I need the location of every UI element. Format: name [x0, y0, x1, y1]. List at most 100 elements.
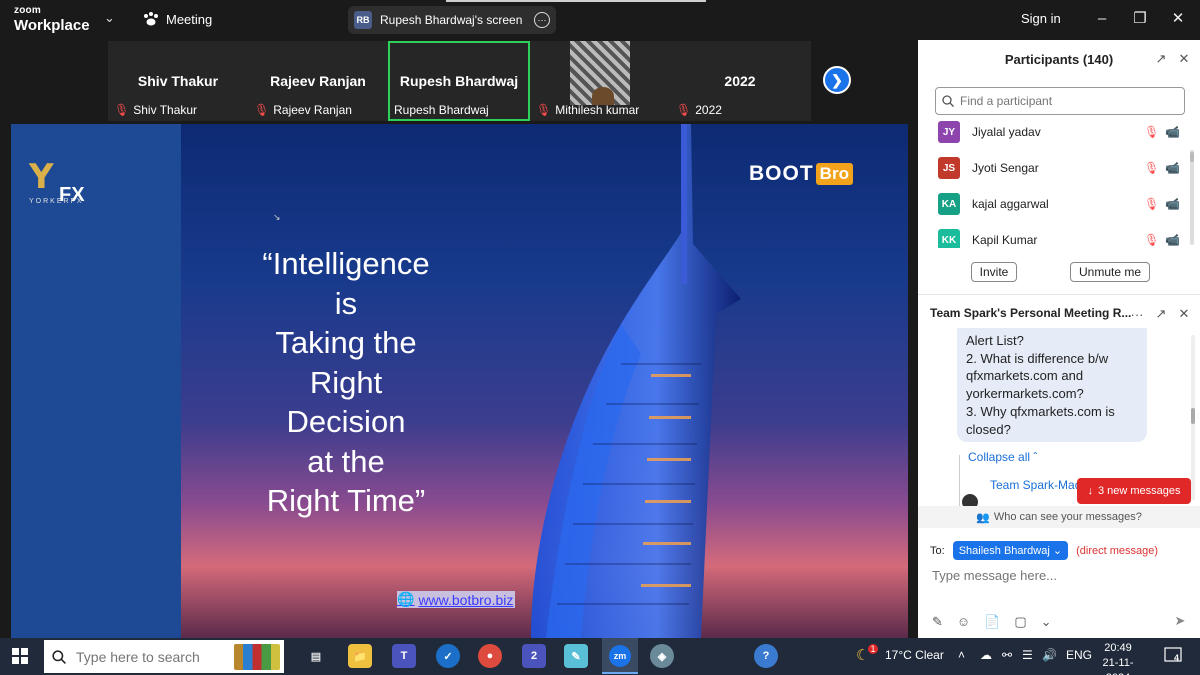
video-tile-active-speaker[interactable]: Rupesh Bhardwaj Rupesh Bhardwaj: [388, 41, 530, 121]
emoji-icon[interactable]: ☺: [957, 614, 970, 630]
sign-in-link[interactable]: Sign in: [1021, 11, 1061, 26]
participant-row[interactable]: KK Kapil Kumar 🎙 📹: [918, 222, 1190, 248]
quote-line: “Intelligence: [262, 246, 430, 281]
screen-share-indicator[interactable]: RB Rupesh Bhardwaj's screen ···: [348, 6, 556, 34]
participant-search[interactable]: [935, 87, 1185, 115]
mic-muted-icon: 🎙: [1144, 197, 1160, 211]
botbro-logo-badge: Bro: [815, 163, 853, 185]
avatar: KA: [938, 193, 960, 215]
notes-icon[interactable]: ✎: [564, 644, 588, 668]
botbro-link[interactable]: 🌐 www.botbro.biz: [397, 591, 516, 608]
tile-label: Shiv Thakur: [133, 103, 198, 117]
search-icon: [942, 95, 954, 107]
botbro-logo: BOOT Bro: [749, 162, 853, 186]
yorkerfx-logo: Y FX YORKERFX: [29, 160, 85, 206]
system-clock[interactable]: 20:49 21-11-2024: [1095, 641, 1141, 675]
zoom-taskbar-icon[interactable]: zm: [602, 638, 638, 674]
meeting-menu-button[interactable]: Meeting: [142, 11, 212, 27]
quote-line: Right Time”: [266, 483, 426, 518]
more-options-icon[interactable]: ···: [534, 12, 550, 28]
share-title: Rupesh Bhardwaj's screen: [380, 13, 523, 27]
tile-name-large: 2022: [724, 73, 756, 89]
close-panel-icon[interactable]: ✕: [1175, 50, 1193, 68]
collapse-all-link[interactable]: Collapse all ˆ: [968, 450, 1037, 464]
taskbar-search[interactable]: [44, 640, 284, 673]
message-visibility-link[interactable]: 👥 Who can see your messages?: [918, 506, 1200, 528]
participant-name: Kapil Kumar: [972, 233, 1038, 247]
burj-al-arab-illustration: [531, 124, 741, 638]
tile-label: Mithilesh kumar: [555, 103, 640, 117]
arrow-down-icon: ↓: [1087, 485, 1093, 497]
send-icon[interactable]: ➤: [1170, 612, 1190, 630]
chat-scroll-thumb[interactable]: [1191, 408, 1195, 424]
participant-scroll-thumb[interactable]: [1190, 152, 1194, 162]
teams-work-icon[interactable]: 2: [522, 644, 546, 668]
title-bar: zoom Workplace ⌄ Meeting RB Rupesh Bhard…: [0, 0, 1200, 40]
avatar: JS: [938, 157, 960, 179]
taskbar-search-input[interactable]: [76, 648, 226, 665]
link-text[interactable]: www.botbro.biz: [418, 592, 513, 608]
new-messages-button[interactable]: ↓ 3 new messages: [1077, 478, 1191, 504]
minimize-icon[interactable]: –: [1088, 6, 1116, 30]
video-tile[interactable]: Rajeev Ranjan 🎙 Rajeev Ranjan: [248, 41, 388, 121]
notification-count: 4: [1174, 653, 1180, 663]
participant-row[interactable]: JY Jiyalal yadav 🎙 📹: [918, 120, 1190, 150]
presentation-slide: Y FX YORKERFX ↘ “Intelligence is Taking …: [11, 124, 908, 638]
video-off-icon: 📹: [1165, 125, 1181, 139]
screenshot-icon[interactable]: ▢: [1014, 614, 1026, 630]
participant-row[interactable]: JS Jyoti Sengar 🎙 📹: [918, 150, 1190, 186]
recipient-select[interactable]: Shailesh Bhardwaj ⌄: [952, 541, 1069, 560]
sharer-avatar: RB: [354, 11, 372, 29]
participant-name: Jiyalal yadav: [972, 125, 1041, 139]
chat-message-input[interactable]: [932, 568, 1172, 583]
format-icon[interactable]: ✎: [932, 614, 943, 630]
chat-close-icon[interactable]: ✕: [1175, 305, 1193, 323]
tile-name-small: 🎙 2022: [676, 103, 722, 117]
task-view-icon[interactable]: ▤: [304, 644, 328, 668]
chevron-down-icon[interactable]: ⌄: [104, 10, 115, 26]
video-tile[interactable]: 🎙 Mithilesh kumar: [530, 41, 670, 121]
title-bar-accent-line: [446, 0, 706, 2]
tile-name-large: Shiv Thakur: [137, 73, 219, 89]
language-indicator[interactable]: ENG: [1066, 648, 1092, 662]
video-tile[interactable]: 2022 🎙 2022: [670, 41, 810, 121]
usb-icon[interactable]: ⚯: [1002, 648, 1012, 662]
participant-scrollbar[interactable]: [1190, 150, 1194, 245]
video-tile[interactable]: Shiv Thakur 🎙 Shiv Thakur: [108, 41, 248, 121]
file-explorer-icon[interactable]: 📁: [348, 644, 372, 668]
app-icon[interactable]: ◈: [650, 644, 674, 668]
more-chevron-icon[interactable]: ⌄: [1041, 614, 1052, 630]
next-page-arrow-icon[interactable]: ❯: [823, 66, 851, 94]
unmute-me-button[interactable]: Unmute me: [1070, 262, 1150, 282]
file-icon[interactable]: 📄: [984, 614, 1000, 630]
message-line: 3. Why qfxmarkets.com is: [966, 403, 1115, 419]
weather-text[interactable]: 17°C Clear: [885, 648, 944, 662]
cloud-icon[interactable]: ☁: [980, 648, 992, 662]
chevron-up-icon[interactable]: ˄: [958, 648, 965, 662]
quote-line: Decision: [286, 404, 406, 439]
brand-small: zoom: [14, 5, 41, 16]
wifi-icon[interactable]: ☰: [1022, 648, 1033, 662]
tile-name-large: Rajeev Ranjan: [270, 73, 366, 89]
chat-more-icon[interactable]: ···: [1128, 305, 1146, 323]
chevron-up-icon: ˆ: [1033, 450, 1038, 464]
chat-pop-out-icon[interactable]: ↗: [1152, 305, 1170, 323]
help-icon[interactable]: ?: [754, 644, 778, 668]
notification-icon[interactable]: 4: [1164, 647, 1184, 665]
tile-name-small: 🎙 Rajeev Ranjan: [254, 103, 352, 117]
direct-message-note: (direct message): [1076, 544, 1159, 557]
windows-start-icon[interactable]: [12, 648, 28, 664]
avatar: JY: [938, 121, 960, 143]
search-input[interactable]: [960, 94, 1170, 108]
participant-row[interactable]: KA kajal aggarwal 🎙 📹: [918, 186, 1190, 222]
restore-icon[interactable]: ❐: [1126, 6, 1154, 30]
pop-out-icon[interactable]: ↗: [1152, 50, 1170, 68]
quote-line: Taking the: [275, 325, 417, 360]
yorkerfx-fx: FX: [59, 184, 85, 206]
chrome-icon[interactable]: ●: [478, 644, 502, 668]
volume-icon[interactable]: 🔊: [1042, 648, 1057, 662]
close-icon[interactable]: ✕: [1164, 6, 1192, 30]
invite-button[interactable]: Invite: [971, 262, 1017, 282]
teams-icon[interactable]: T: [392, 644, 416, 668]
signal-icon[interactable]: ✓: [436, 644, 460, 668]
